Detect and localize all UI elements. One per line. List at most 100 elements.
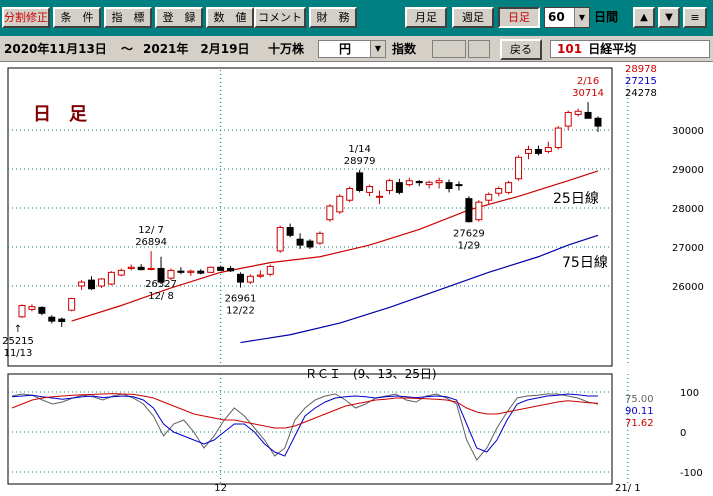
x-tick-label-1: 21/ 1 bbox=[615, 483, 641, 493]
rci-y-tick-1: 0 bbox=[680, 428, 686, 439]
candle-body bbox=[415, 180, 423, 184]
candle-body bbox=[524, 149, 532, 154]
stock-name: 日経平均 bbox=[588, 42, 637, 56]
date-to: 2021年 2月19日 bbox=[143, 42, 250, 56]
volume-unit: 十万株 bbox=[268, 42, 305, 56]
toolbar: 分割修正 条 件 指 標 登 録 数 値 コメント 財 務 月足 週足 日足 6… bbox=[0, 0, 713, 36]
split-adjust-button[interactable]: 分割修正 bbox=[2, 7, 50, 28]
candle-body bbox=[326, 205, 334, 221]
condition-button[interactable]: 条 件 bbox=[53, 7, 101, 28]
candle-body bbox=[117, 269, 125, 276]
candle-body bbox=[455, 184, 463, 187]
candle-body bbox=[286, 227, 294, 236]
up-arrow-icon[interactable]: ▲ bbox=[633, 7, 655, 28]
annotation-4-1: 28979 bbox=[344, 156, 376, 167]
annotation-6-0: 2/16 bbox=[577, 76, 599, 87]
index-field-1[interactable] bbox=[432, 40, 466, 58]
rci-chart: ＲＣＩ (9、13、25日) bbox=[7, 367, 629, 485]
annotation-2-0: 26327 bbox=[145, 279, 177, 290]
candle-body bbox=[147, 267, 155, 270]
price-label-2: 24278 bbox=[625, 88, 657, 99]
candle-body bbox=[227, 267, 235, 272]
candle-body bbox=[28, 306, 36, 310]
candle-body bbox=[435, 180, 443, 184]
candle-body bbox=[296, 238, 304, 246]
chart-area: 日 足 25日線 75日線 ↑ 25215 11/13 12/ 7 26894 26327 12/… bbox=[0, 62, 713, 494]
price-label-1: 27215 bbox=[625, 76, 657, 87]
period-select[interactable]: 60 ▼ bbox=[544, 7, 590, 28]
candle-body bbox=[306, 240, 314, 248]
rci-last-value-9: 75.00 bbox=[625, 394, 654, 405]
candle-body bbox=[425, 181, 433, 186]
annotation-0-2: 11/13 bbox=[4, 348, 33, 359]
monthly-button[interactable]: 月足 bbox=[405, 7, 447, 28]
rci-last-value-13: 90.11 bbox=[625, 406, 654, 417]
candle-body bbox=[505, 182, 513, 193]
candle-body bbox=[266, 266, 274, 275]
candle-body bbox=[316, 232, 324, 244]
candle-body bbox=[405, 180, 413, 186]
candle-body bbox=[207, 266, 215, 273]
candle-body bbox=[336, 195, 344, 213]
price-chart-title: 日 足 bbox=[33, 104, 87, 125]
candle-body bbox=[78, 281, 86, 287]
candle-body bbox=[88, 279, 96, 290]
candle-body bbox=[97, 278, 105, 287]
currency-select[interactable]: 円 ▼ bbox=[318, 40, 386, 58]
annotation-0-0: ↑ bbox=[14, 324, 22, 335]
price-y-tick-2: 28000 bbox=[672, 204, 704, 215]
price-panel-frame bbox=[7, 67, 613, 367]
index-label: 指数 bbox=[392, 42, 417, 56]
chevron-down-icon: ▼ bbox=[370, 41, 385, 57]
numeric-button[interactable]: 数 値 bbox=[206, 7, 254, 28]
candle-body bbox=[584, 111, 592, 119]
menu-icon[interactable]: ≡ bbox=[683, 7, 707, 28]
chevron-down-icon: ▼ bbox=[574, 8, 589, 27]
candle-body bbox=[445, 182, 453, 190]
annotation-3-0: 26961 bbox=[225, 294, 257, 305]
candle-body bbox=[197, 270, 205, 274]
candle-body bbox=[564, 111, 572, 127]
candle-body bbox=[187, 270, 195, 273]
indicator-button[interactable]: 指 標 bbox=[104, 7, 152, 28]
candle-body bbox=[534, 149, 542, 154]
currency-value: 円 bbox=[338, 42, 351, 56]
annotation-1-1: 26894 bbox=[135, 237, 167, 248]
price-label-0: 28978 bbox=[625, 64, 657, 75]
annotation-0-1: 25215 bbox=[2, 336, 34, 347]
candle-body bbox=[137, 266, 145, 271]
period-unit-label: 日間 bbox=[594, 10, 619, 24]
candle-body bbox=[366, 186, 374, 193]
annotation-6-1: 30714 bbox=[572, 88, 604, 99]
financial-button[interactable]: 財 務 bbox=[309, 7, 357, 28]
candle-body bbox=[554, 127, 562, 149]
candle-body bbox=[246, 275, 254, 283]
ma75-label: 75日線 bbox=[562, 255, 608, 271]
candle-body bbox=[58, 318, 66, 322]
down-arrow-icon[interactable]: ▼ bbox=[658, 7, 680, 28]
date-tilde: ～ bbox=[121, 42, 134, 56]
comment-button[interactable]: コメント bbox=[254, 7, 306, 28]
candle-body bbox=[236, 273, 244, 283]
rci-title: ＲＣＩ (9、13、25日) bbox=[305, 367, 437, 381]
weekly-button[interactable]: 週足 bbox=[452, 7, 494, 28]
index-field-2[interactable] bbox=[468, 40, 490, 58]
stock-code: 101 bbox=[557, 42, 583, 56]
candle-body bbox=[356, 172, 364, 191]
candle-body bbox=[495, 188, 503, 194]
code-field[interactable]: 101 日経平均 bbox=[550, 40, 710, 58]
candle-body bbox=[515, 156, 523, 180]
back-button[interactable]: 戻る bbox=[500, 39, 542, 60]
price-y-tick-0: 26000 bbox=[672, 282, 704, 293]
date-from: 2020年11月13日 bbox=[4, 42, 107, 56]
candle-body bbox=[18, 305, 26, 318]
period-value: 60 bbox=[548, 10, 565, 24]
price-chart: 日 足25日線75日線↑2521511/1312/ 7268942632712/… bbox=[2, 67, 629, 367]
candle-body bbox=[127, 266, 135, 269]
info-bar: 2020年11月13日 ～ 2021年 2月19日 十万株 円 ▼ 指数 戻る … bbox=[0, 36, 713, 62]
price-y-tick-1: 27000 bbox=[672, 243, 704, 254]
register-button[interactable]: 登 録 bbox=[155, 7, 203, 28]
candle-body bbox=[544, 147, 552, 152]
rci-y-tick-0: 100 bbox=[680, 388, 699, 399]
daily-button[interactable]: 日足 bbox=[498, 7, 540, 28]
